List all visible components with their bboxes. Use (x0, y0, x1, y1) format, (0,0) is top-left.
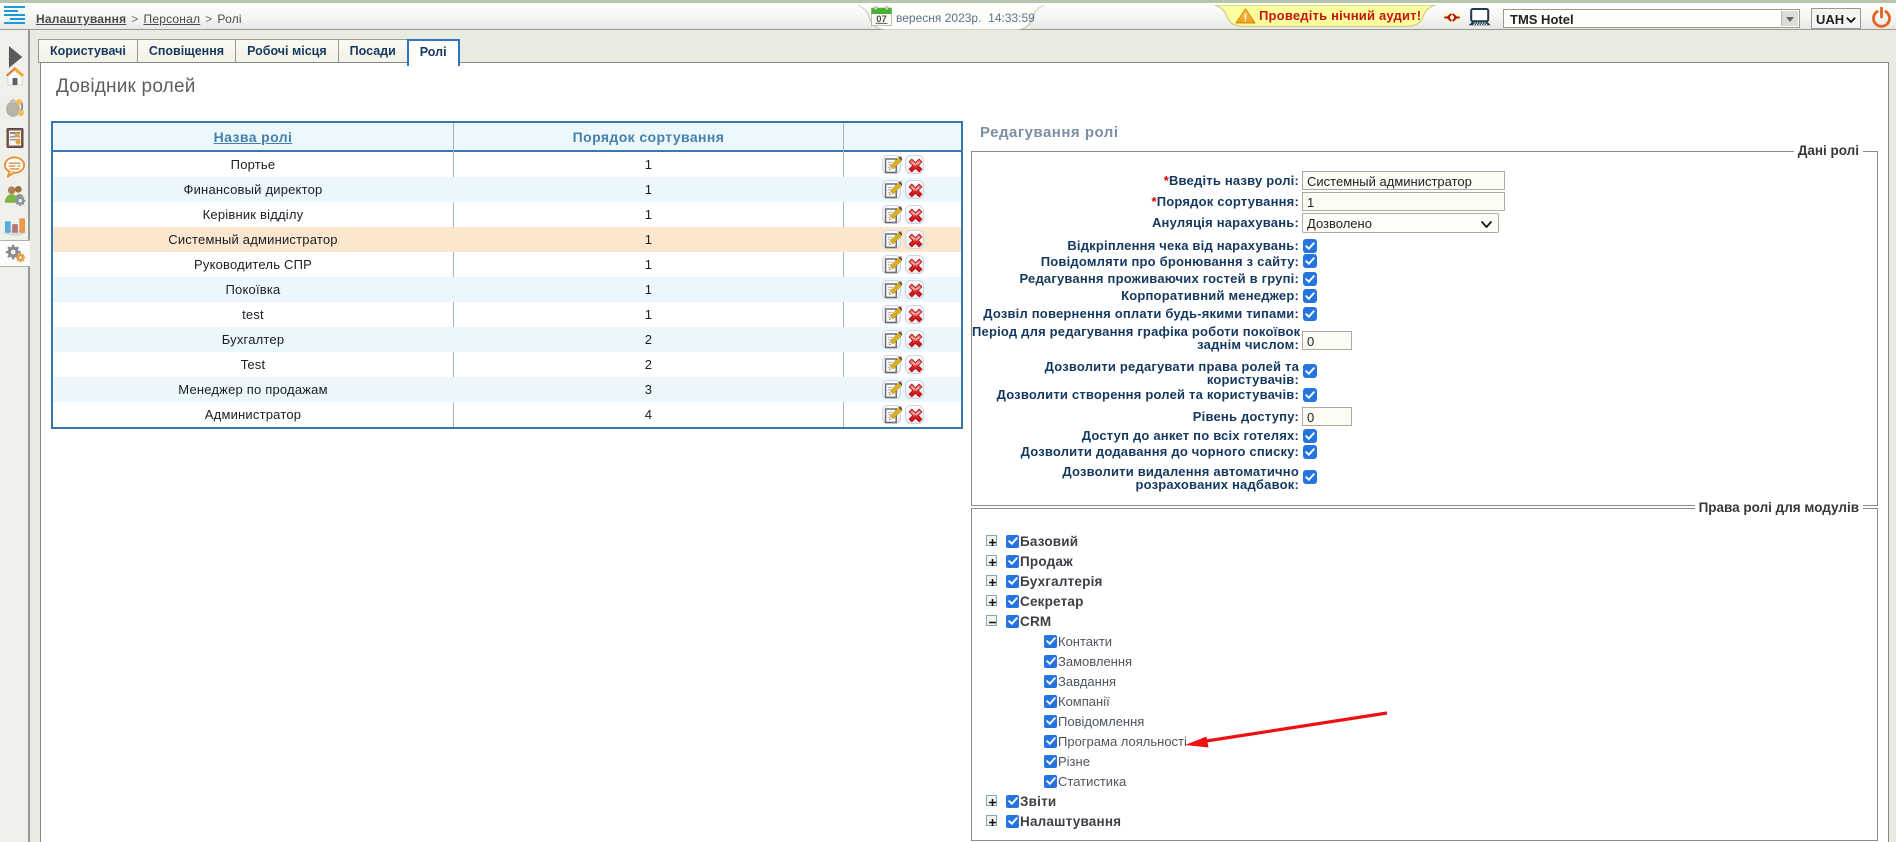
svg-text:!: ! (1244, 13, 1248, 25)
